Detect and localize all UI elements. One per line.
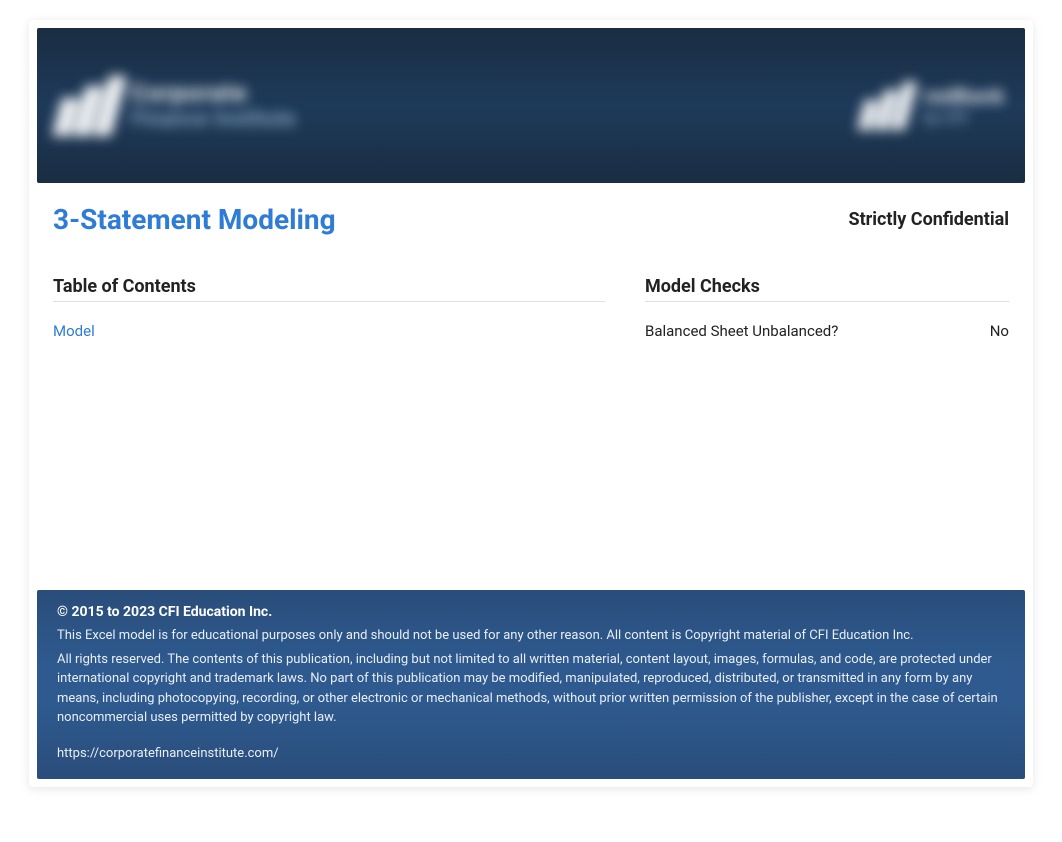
logo-right-line1: redBank: [923, 84, 1005, 108]
toc-link-model[interactable]: Model: [53, 322, 605, 340]
title-row: 3-Statement Modeling Strictly Confidenti…: [53, 203, 1009, 236]
disclaimer-line1: This Excel model is for educational purp…: [57, 626, 1005, 646]
disclaimer-line2: All rights reserved. The contents of thi…: [57, 650, 1005, 728]
logo-left-text: Corporate Finance Institute: [131, 79, 296, 132]
footer-url[interactable]: https://corporatefinanceinstitute.com/: [57, 746, 1005, 761]
logo-left-line1: Corporate: [131, 79, 296, 107]
logo-right-line2: by CFI: [923, 108, 1005, 127]
logo-right: redBank by CFI: [861, 82, 1005, 130]
toc-column: Table of Contents Model: [53, 276, 605, 340]
header-banner: Corporate Finance Institute redBank by C…: [37, 28, 1025, 183]
columns: Table of Contents Model Model Checks Bal…: [53, 276, 1009, 340]
logo-left: Corporate Finance Institute: [57, 76, 296, 136]
logo-bars-icon: [861, 82, 911, 130]
check-label: Balanced Sheet Unbalanced?: [645, 322, 838, 340]
logo-left-line2: Finance Institute: [131, 107, 296, 132]
page-title: 3-Statement Modeling: [53, 203, 336, 236]
checks-heading: Model Checks: [645, 276, 1009, 302]
logo-right-text: redBank by CFI: [923, 84, 1005, 127]
confidential-label: Strictly Confidential: [849, 209, 1010, 230]
footer-box: © 2015 to 2023 CFI Education Inc. This E…: [37, 590, 1025, 779]
logo-bars-icon: [57, 76, 119, 136]
toc-heading: Table of Contents: [53, 276, 605, 302]
content-area: 3-Statement Modeling Strictly Confidenti…: [29, 191, 1033, 590]
page-container: Corporate Finance Institute redBank by C…: [29, 20, 1033, 787]
check-value: No: [990, 322, 1009, 340]
checks-column: Model Checks Balanced Sheet Unbalanced? …: [645, 276, 1009, 340]
check-row: Balanced Sheet Unbalanced? No: [645, 322, 1009, 340]
copyright-text: © 2015 to 2023 CFI Education Inc.: [57, 604, 1005, 620]
